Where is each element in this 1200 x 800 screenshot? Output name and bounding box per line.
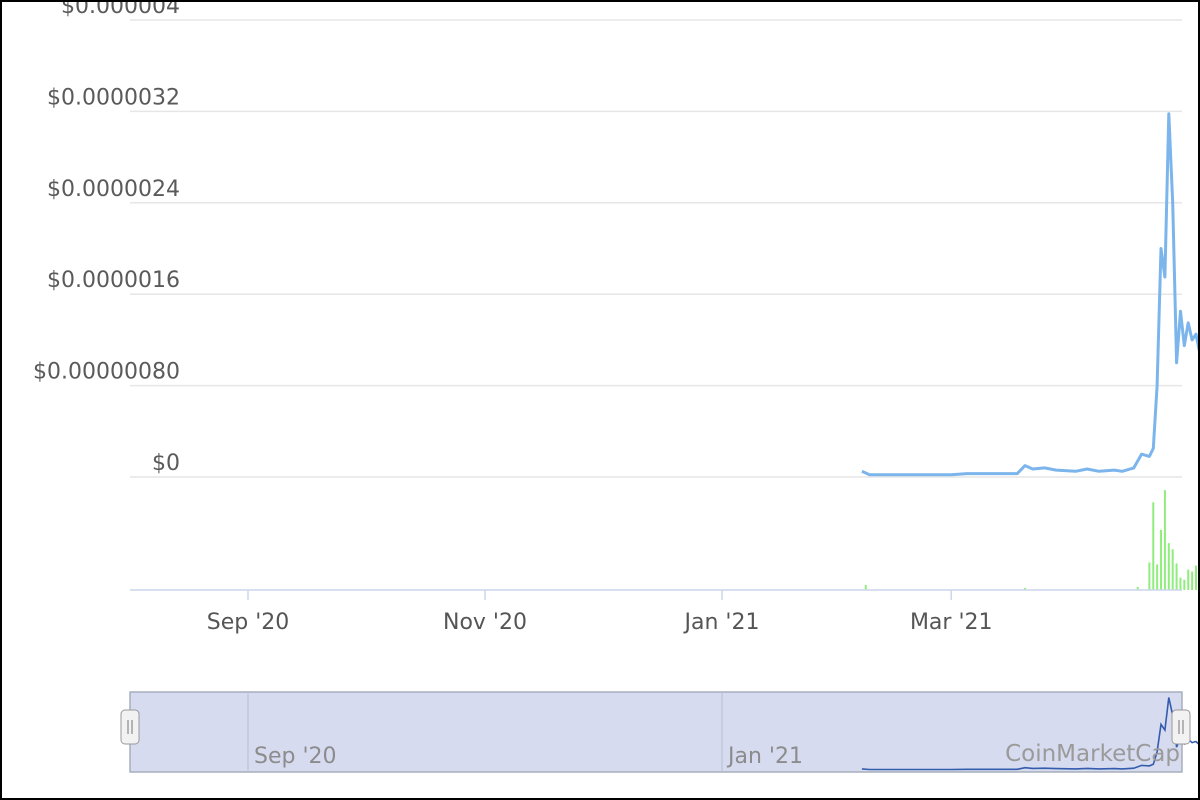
y-tick-label: $0 <box>152 451 180 476</box>
volume-bar <box>864 584 867 590</box>
navigator-label: Jan '21 <box>726 744 803 769</box>
volume-bar <box>1195 565 1197 590</box>
volume-bars <box>864 490 1197 590</box>
navigator[interactable]: Sep '20 Jan '21 CoinMarketCap <box>120 691 1198 773</box>
volume-bar <box>1183 579 1186 590</box>
volume-bar <box>1156 564 1159 590</box>
x-tick-label: Nov '20 <box>443 610 527 635</box>
volume-bar <box>1187 569 1190 590</box>
volume-bar <box>1171 549 1174 590</box>
y-tick-label: $0.0000032 <box>47 85 180 110</box>
navigator-handle-left[interactable] <box>120 709 140 745</box>
grid-lines <box>130 19 1182 478</box>
chart-frame: $0 $0.00000080 $0.0000016 $0.0000024 $0.0000… <box>0 0 1200 800</box>
y-axis-labels: $0 $0.00000080 $0.0000016 $0.0000024 $0.0000… <box>33 2 180 476</box>
x-tick-label: Jan '21 <box>683 610 760 635</box>
watermark: CoinMarketCap <box>1005 741 1180 767</box>
y-tick-label: $0.000004 <box>61 2 180 19</box>
volume-bar <box>1152 502 1155 590</box>
x-tick-label: Sep '20 <box>207 610 290 635</box>
y-tick-label: $0.0000024 <box>47 177 180 202</box>
y-tick-label: $0.00000080 <box>33 360 180 385</box>
x-axis-ticks: Sep '20 Nov '20 Jan '21 Mar '21 <box>207 590 993 635</box>
volume-bar <box>1167 543 1170 590</box>
navigator-handle-right[interactable] <box>1171 709 1191 745</box>
y-tick-label: $0.0000016 <box>47 268 180 293</box>
x-tick-label: Mar '21 <box>910 610 993 635</box>
volume-bar <box>1175 563 1178 590</box>
navigator-label: Sep '20 <box>254 744 337 769</box>
volume-bar <box>1148 562 1151 590</box>
volume-bar <box>1163 490 1166 590</box>
volume-bar <box>1179 577 1182 590</box>
price-chart: $0 $0.00000080 $0.0000016 $0.0000024 $0.0000… <box>33 2 1198 773</box>
volume-bar <box>1191 571 1194 590</box>
volume-bar <box>1160 529 1163 590</box>
